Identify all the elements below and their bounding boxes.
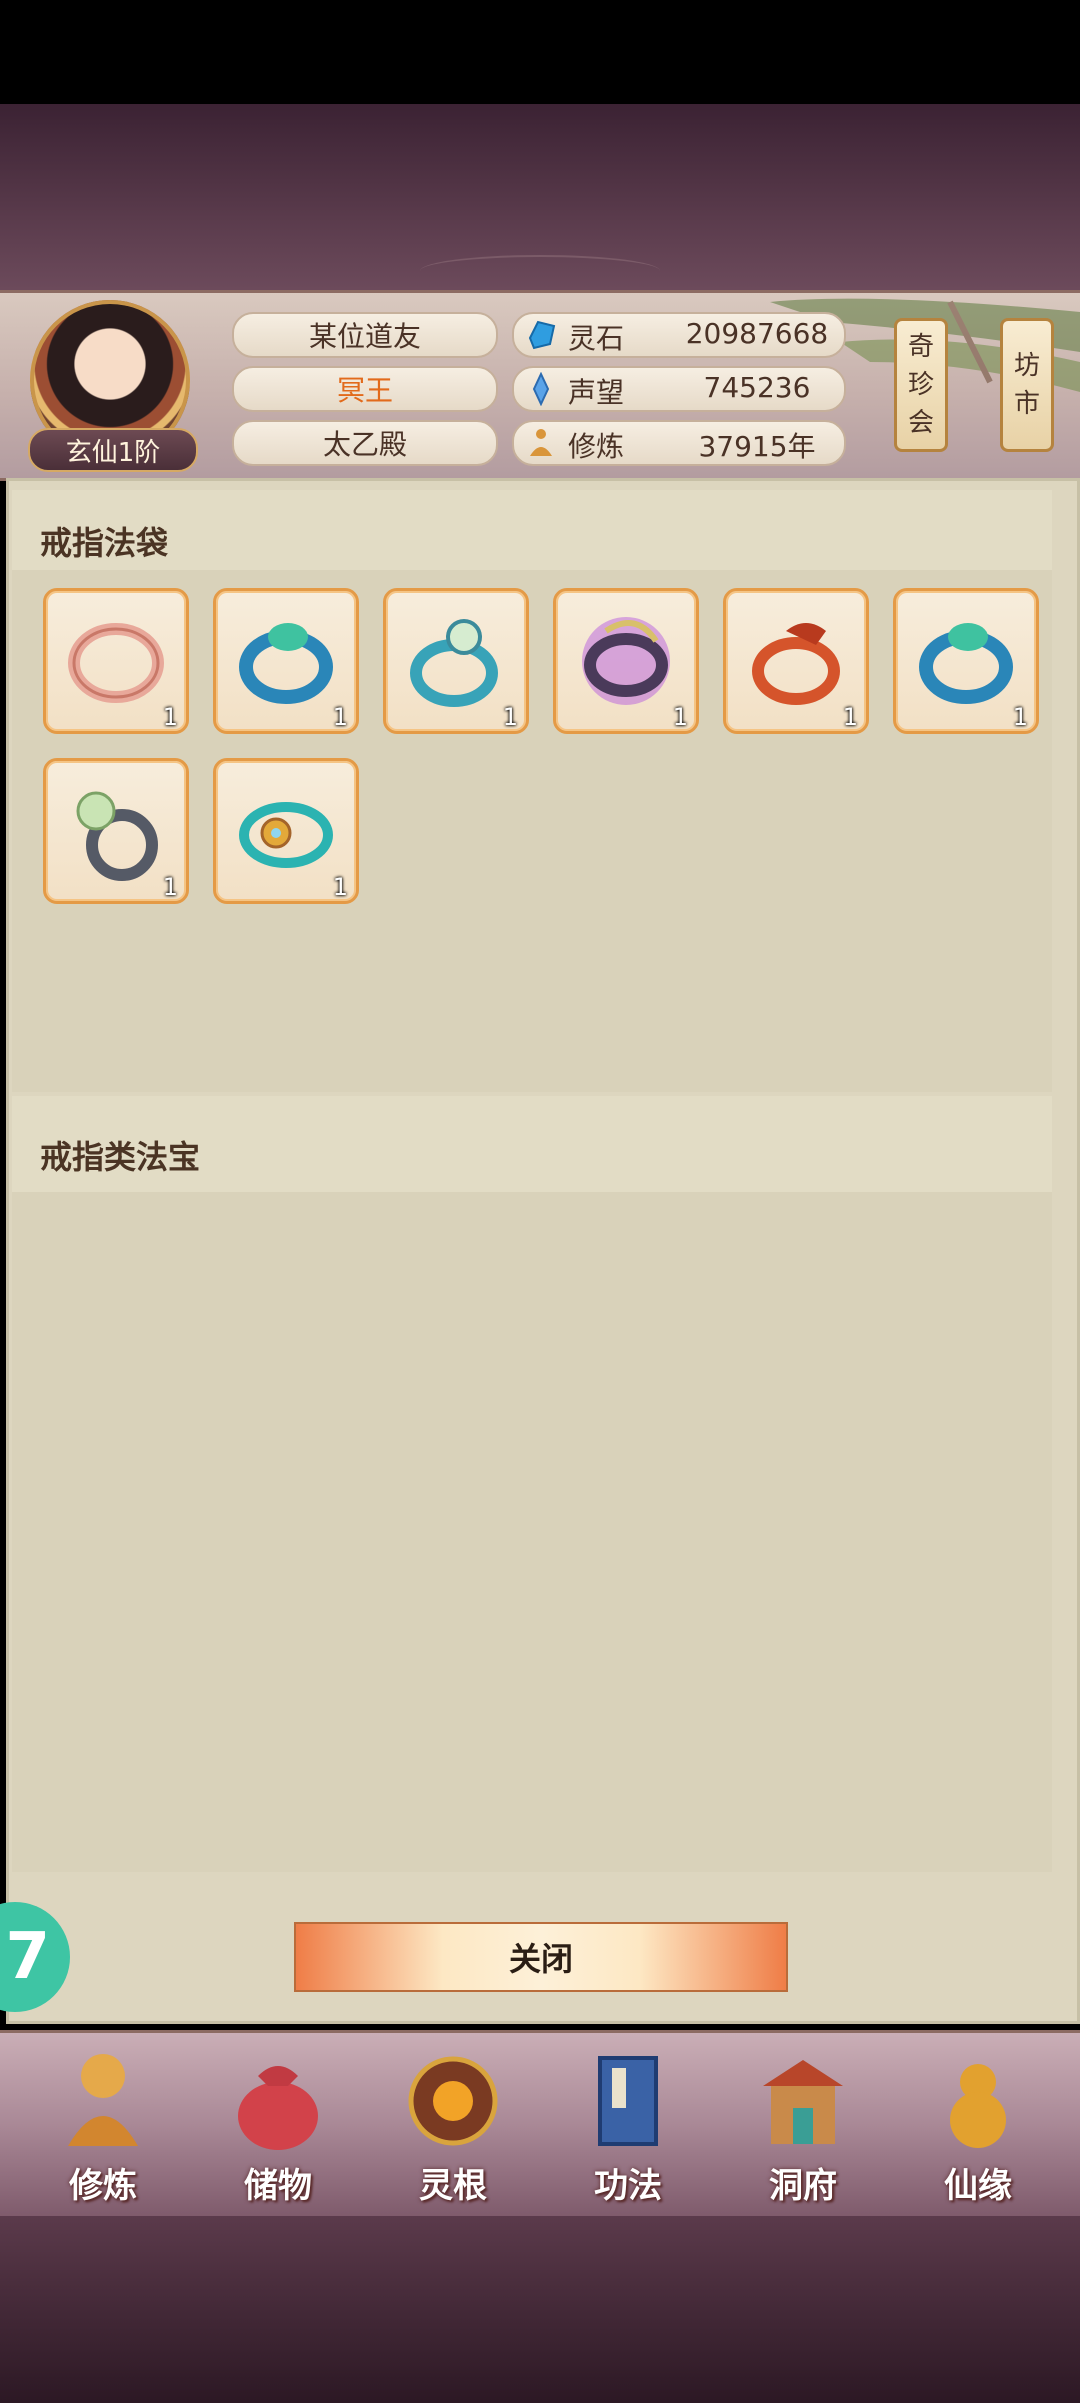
green-pearl-ring-icon [76,791,158,881]
purple-dragon-ring-icon [582,617,670,705]
nav-fate[interactable]: 仙缘 [903,2040,1053,2210]
resource-spirit-stone: 灵石 20987668 [512,312,846,358]
ring-treasures-title: 戒指类法宝 [40,1138,201,1176]
monk-icon [68,2054,138,2146]
nav-spirit-root[interactable]: 灵根 [378,2040,528,2210]
inventory-item[interactable]: 1 [213,588,359,734]
prestige-crystal-icon [532,372,550,406]
player-name: 某位道友 [232,312,498,358]
inventory-item[interactable]: 1 [43,758,189,904]
spirit-root-icon [408,2056,498,2146]
footer-background [0,2216,1080,2403]
cave-palace-icon [763,2060,843,2144]
storage-bag-icon [238,2066,318,2150]
nav-cave[interactable]: 洞府 [728,2040,878,2210]
nav-cultivate[interactable]: 修炼 [28,2040,178,2210]
inventory-item[interactable]: 1 [213,758,359,904]
spirit-stone-icon [528,320,556,350]
red-dragon-ring-icon [752,623,840,705]
resource-cultivation: 修炼 37915年 [512,420,846,466]
close-button[interactable]: 关闭 [294,1922,788,1992]
rank-badge: 玄仙1阶 [28,428,198,472]
pink-ring-icon [68,623,164,703]
inventory-item[interactable]: 1 [43,588,189,734]
inventory-item[interactable]: 1 [723,588,869,734]
status-bar [0,0,1080,104]
fangshi-button[interactable]: 坊市 [1000,318,1054,452]
ring-bag-title: 戒指法袋 [40,524,169,562]
pearl-ring-icon [410,619,498,707]
nav-storage[interactable]: 储物 [203,2040,353,2210]
inventory-item[interactable]: 1 [893,588,1039,734]
inventory-item[interactable]: 1 [553,588,699,734]
player-sect: 太乙殿 [232,420,498,466]
blue-jade-ring-icon [919,623,1013,704]
gourd-icon [950,2064,1006,2148]
qizhenhui-button[interactable]: 奇珍会 [894,318,948,452]
inventory-item[interactable]: 1 [383,588,529,734]
player-title: 冥王 [232,366,498,412]
book-icon [598,2056,658,2146]
resource-prestige: 声望 745236 [512,366,846,412]
gold-gem-ring-icon [239,802,333,868]
nav-technique[interactable]: 功法 [553,2040,703,2210]
blue-jade-ring-icon [239,623,333,704]
ring-treasures-grid [12,1192,1052,1872]
meditation-icon [530,429,552,456]
header-ornament [420,255,660,287]
